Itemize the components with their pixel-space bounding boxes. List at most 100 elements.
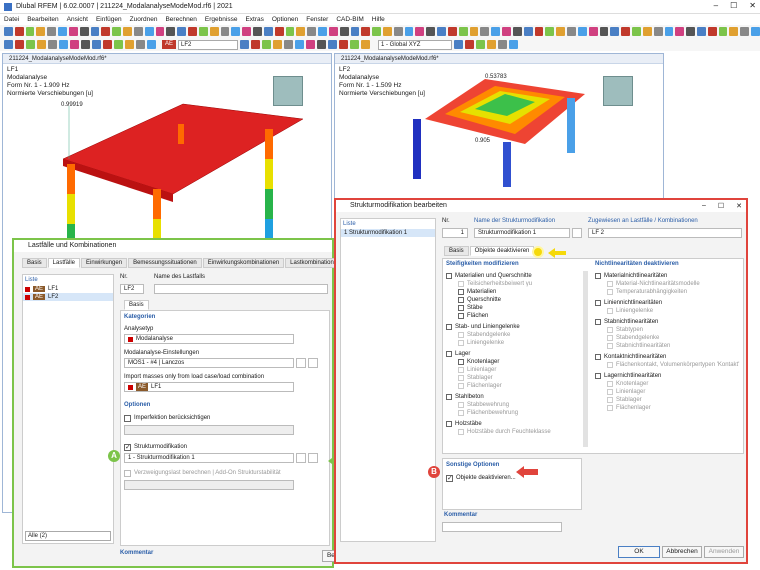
group-checkbox[interactable] bbox=[595, 354, 601, 360]
close-icon[interactable]: ✕ bbox=[749, 1, 756, 10]
stiffness-item[interactable]: Stäbe bbox=[446, 304, 584, 312]
toolbar-icon[interactable] bbox=[59, 40, 68, 49]
edit-structure-modification-icon[interactable] bbox=[296, 453, 306, 463]
dialog-maximize-icon[interactable]: ☐ bbox=[718, 202, 724, 210]
toolbar-icon[interactable] bbox=[103, 40, 112, 49]
toolbar-icon[interactable] bbox=[454, 40, 464, 49]
stiffness-item[interactable]: Flächen bbox=[446, 312, 584, 320]
menu-item[interactable]: Zuordnen bbox=[130, 16, 158, 23]
toolbar-icon[interactable] bbox=[70, 40, 79, 49]
toolbar-icon[interactable] bbox=[686, 27, 695, 36]
toolbar-icon[interactable] bbox=[328, 40, 338, 49]
deactivate-objects-checkbox[interactable] bbox=[446, 474, 453, 482]
stiffness-group[interactable]: Stab- und Liniengelenke bbox=[446, 323, 584, 331]
name-field[interactable] bbox=[154, 284, 328, 294]
toolbar-icon[interactable] bbox=[498, 40, 508, 49]
toolbar-icon[interactable] bbox=[251, 40, 261, 49]
load-case-list-item[interactable]: AE LF2 bbox=[23, 293, 113, 301]
lc-tab[interactable]: Basis bbox=[22, 258, 47, 268]
toolbar-icon[interactable] bbox=[25, 27, 35, 36]
ok-button[interactable]: OK bbox=[618, 546, 660, 558]
toolbar-icon[interactable] bbox=[209, 27, 219, 36]
toolbar-icon[interactable] bbox=[621, 27, 631, 36]
group-checkbox[interactable] bbox=[595, 273, 601, 279]
item-checkbox[interactable] bbox=[458, 289, 464, 295]
toolbar-icon[interactable] bbox=[577, 27, 587, 36]
toolbar-icon[interactable] bbox=[437, 27, 446, 36]
structure-modification-select[interactable]: 1 - Strukturmodifikation 1 bbox=[124, 453, 294, 463]
toolbar-icon[interactable] bbox=[306, 40, 316, 49]
toolbar-icon[interactable] bbox=[307, 27, 317, 36]
toolbar-icon[interactable] bbox=[231, 27, 241, 36]
scrollbar[interactable] bbox=[583, 271, 588, 447]
toolbar-icon[interactable] bbox=[740, 27, 750, 36]
nonlinearity-group[interactable]: Kontaktnichtlinearitäten bbox=[595, 353, 741, 361]
toolbar-icon[interactable] bbox=[37, 40, 46, 49]
toolbar-icon[interactable] bbox=[81, 40, 90, 49]
sm-name-field[interactable]: Strukturmodifikation 1 bbox=[474, 228, 570, 238]
toolbar-icon[interactable] bbox=[588, 27, 598, 36]
toolbar-icon[interactable] bbox=[68, 27, 78, 36]
toolbar-icon[interactable] bbox=[144, 27, 154, 36]
toolbar-icon[interactable] bbox=[15, 40, 24, 49]
nonlinearity-group[interactable]: Liniennichtlinearitäten bbox=[595, 299, 741, 307]
view-left-tab[interactable]: 211224_ModalanalyseModeMod.rf6* bbox=[3, 54, 331, 64]
toolbar-icon[interactable] bbox=[502, 27, 511, 36]
menu-item[interactable]: Optionen bbox=[272, 16, 298, 23]
minimize-icon[interactable]: – bbox=[714, 1, 718, 10]
toolbar-icon[interactable] bbox=[382, 27, 392, 36]
tab-basis[interactable]: Basis bbox=[124, 300, 149, 310]
toolbar-icon[interactable] bbox=[465, 40, 475, 49]
stiffness-group[interactable]: Holzstäbe bbox=[446, 420, 584, 428]
toolbar-icon[interactable] bbox=[361, 40, 371, 49]
lc-tab[interactable]: Einwirkungen bbox=[81, 258, 128, 268]
stiffness-group[interactable]: Materialien und Querschnitte bbox=[446, 272, 584, 280]
structure-modification-checkbox[interactable] bbox=[124, 443, 131, 451]
group-checkbox[interactable] bbox=[446, 324, 452, 330]
toolbar-icon[interactable] bbox=[339, 40, 349, 49]
toolbar-icon[interactable] bbox=[404, 27, 414, 36]
stiffness-group[interactable]: Lager bbox=[446, 350, 584, 358]
deactivate-objects-label[interactable]: Objekte deaktivieren... bbox=[456, 475, 516, 481]
toolbar-icon[interactable] bbox=[273, 40, 283, 49]
toolbar-icon[interactable] bbox=[14, 27, 24, 36]
toolbar-icon[interactable] bbox=[675, 27, 685, 36]
toolbar-icon[interactable] bbox=[4, 27, 13, 36]
toolbar-icon[interactable] bbox=[415, 27, 425, 36]
cancel-button[interactable]: Abbrechen bbox=[662, 546, 702, 558]
toolbar-icon[interactable] bbox=[447, 27, 457, 36]
toolbar-icon[interactable] bbox=[512, 27, 522, 36]
sm-comment-field[interactable] bbox=[442, 522, 562, 532]
sm-assign-field[interactable]: LF 2 bbox=[588, 228, 742, 238]
view-right-tab[interactable]: 211224_ModalanalyseModeMod.rf6* bbox=[335, 54, 663, 64]
stiffness-item[interactable]: Materialien bbox=[446, 288, 584, 296]
toolbar-icon[interactable] bbox=[718, 27, 728, 36]
toolbar-icon[interactable] bbox=[263, 27, 273, 36]
toolbar-icon[interactable] bbox=[653, 27, 663, 36]
toolbar-icon[interactable] bbox=[509, 40, 519, 49]
item-checkbox[interactable] bbox=[458, 313, 464, 319]
toolbar-icon[interactable] bbox=[133, 27, 143, 36]
lc-tab[interactable]: Lastfälle bbox=[47, 258, 81, 268]
toolbar-icon[interactable] bbox=[285, 27, 295, 36]
group-checkbox[interactable] bbox=[446, 421, 452, 427]
toolbar-icon[interactable] bbox=[92, 40, 101, 49]
menu-item[interactable]: Hilfe bbox=[372, 16, 385, 23]
toolbar-icon[interactable] bbox=[177, 27, 187, 36]
toolbar-icon[interactable] bbox=[136, 40, 145, 49]
navigation-cube-left[interactable] bbox=[273, 76, 303, 106]
dialog-minimize-icon[interactable]: – bbox=[702, 202, 706, 210]
toolbar-icon[interactable] bbox=[274, 27, 284, 36]
modal-settings-select[interactable]: MOS1 - #4 | Lanczos bbox=[124, 358, 294, 368]
group-checkbox[interactable] bbox=[446, 394, 452, 400]
toolbar-icon[interactable] bbox=[198, 27, 208, 36]
stiffness-item[interactable]: Knotenlager bbox=[446, 358, 584, 366]
group-checkbox[interactable] bbox=[446, 351, 452, 357]
toolbar-icon[interactable] bbox=[188, 27, 197, 36]
menu-item[interactable]: Ergebnisse bbox=[205, 16, 238, 23]
new-structure-modification-icon[interactable] bbox=[308, 453, 318, 463]
toolbar-icon[interactable] bbox=[284, 40, 294, 49]
toolbar-icon[interactable] bbox=[295, 40, 305, 49]
toolbar-icon[interactable] bbox=[476, 40, 486, 49]
menu-item[interactable]: Ansicht bbox=[67, 16, 88, 23]
